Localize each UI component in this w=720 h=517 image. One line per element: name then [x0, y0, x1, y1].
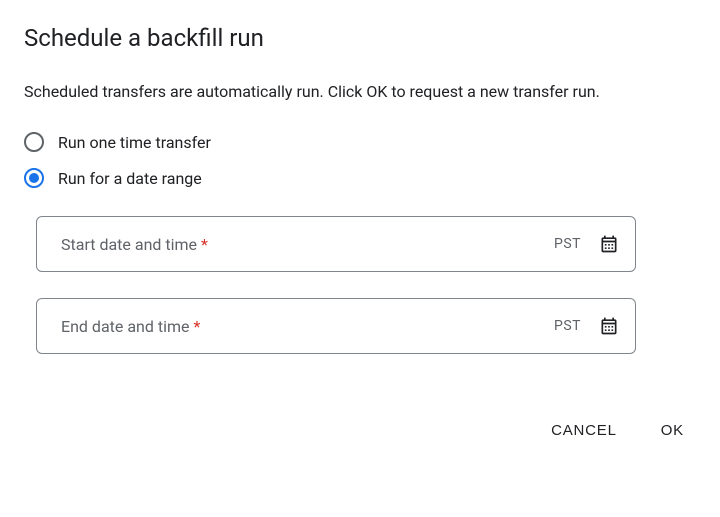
start-datetime-label: Start date and time * — [61, 235, 554, 254]
dialog-description: Scheduled transfers are automatically ru… — [24, 80, 696, 104]
radio-option-one-time[interactable]: Run one time transfer — [24, 132, 696, 152]
start-timezone-label: PST — [554, 236, 581, 252]
required-asterisk: * — [193, 317, 200, 336]
date-range-fields: Start date and time * PST End date and t… — [24, 216, 696, 354]
start-datetime-field[interactable]: Start date and time * PST — [36, 216, 636, 272]
required-asterisk: * — [201, 235, 208, 254]
radio-option-date-range[interactable]: Run for a date range — [24, 168, 696, 188]
radio-checked-icon — [24, 168, 44, 188]
dialog-title: Schedule a backfill run — [24, 24, 696, 52]
calendar-icon — [599, 234, 619, 254]
run-type-radio-group: Run one time transfer Run for a date ran… — [24, 132, 696, 188]
ok-button[interactable]: OK — [657, 414, 688, 447]
end-datetime-label: End date and time * — [61, 317, 554, 336]
end-timezone-label: PST — [554, 318, 581, 334]
radio-label-one-time: Run one time transfer — [58, 133, 211, 152]
end-datetime-field[interactable]: End date and time * PST — [36, 298, 636, 354]
radio-label-date-range: Run for a date range — [58, 169, 202, 188]
dialog-actions: CANCEL OK — [24, 414, 696, 447]
radio-unchecked-icon — [24, 132, 44, 152]
calendar-icon — [599, 316, 619, 336]
cancel-button[interactable]: CANCEL — [547, 414, 621, 447]
